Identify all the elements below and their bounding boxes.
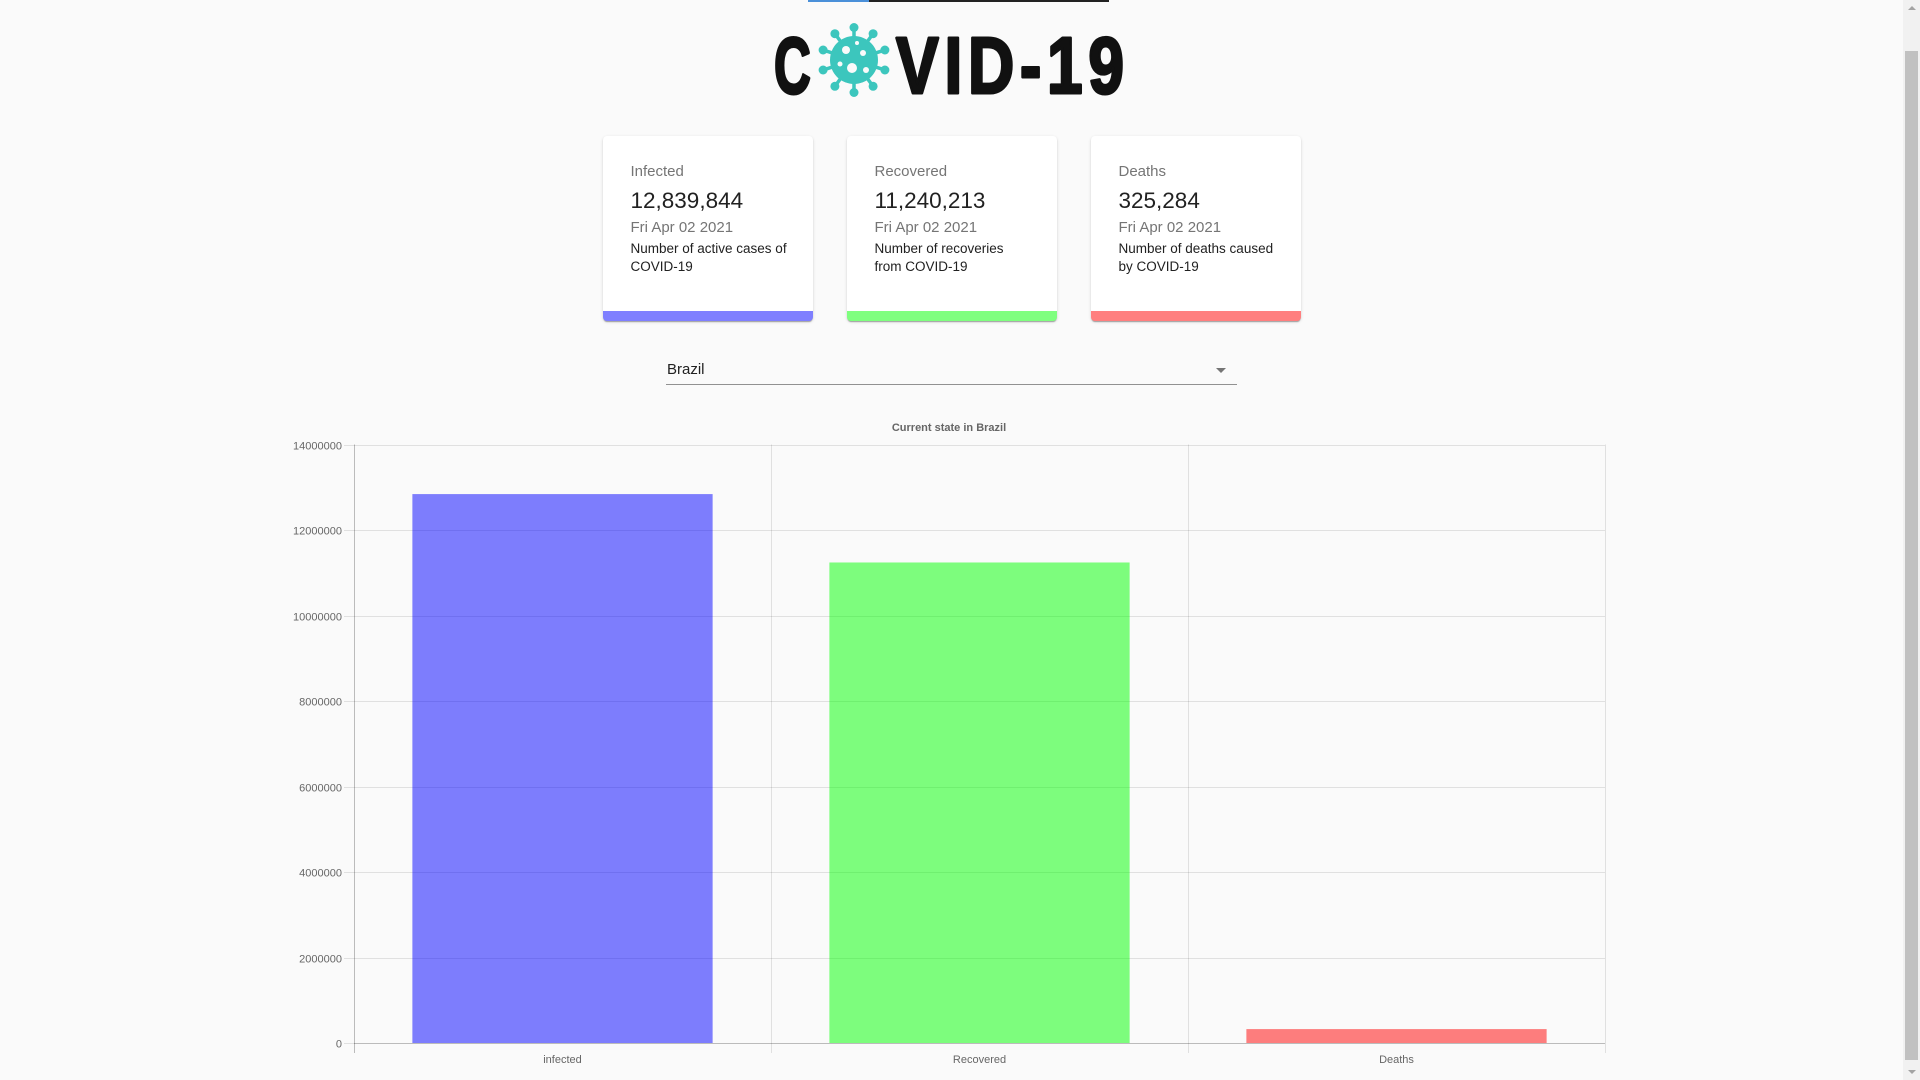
card-deaths: Deaths 325,284 Fri Apr 02 2021 Number of… xyxy=(1090,136,1301,321)
top-divider-accent xyxy=(808,0,869,2)
scroll-up-button[interactable] xyxy=(1903,0,1920,17)
card-infected: Infected 12,839,844 Fri Apr 02 2021 Numb… xyxy=(602,136,813,321)
card-description: Number of deaths caused by COVID-19 xyxy=(1118,241,1274,274)
virus-body xyxy=(830,36,878,84)
y-tick-label: 12000000 xyxy=(293,526,342,538)
bar-deaths[interactable] xyxy=(1246,1029,1547,1043)
x-tick-label: infected xyxy=(543,1054,582,1066)
card-date: Fri Apr 02 2021 xyxy=(630,219,734,236)
bar-recovered[interactable] xyxy=(829,562,1130,1043)
top-divider xyxy=(808,0,1109,2)
chart-x-axis-labels: infected Recovered Deaths xyxy=(543,1054,1414,1066)
y-tick-label: 0 xyxy=(336,1039,342,1051)
scroll-down-arrow-icon xyxy=(1907,1070,1916,1074)
covid-logo: C VID-19 xyxy=(773,20,1126,112)
page: C VID-19 Infected 12,839,844 Fri Apr 02 … xyxy=(0,0,1903,1080)
scroll-up-arrow-icon xyxy=(1907,6,1916,10)
logo-letters-group: VID-19 xyxy=(895,20,1126,112)
virus-icon xyxy=(818,23,890,97)
vertical-scrollbar[interactable] xyxy=(1903,0,1920,1080)
card-description: Number of active cases of COVID-19 xyxy=(630,241,787,274)
card-recovered: Recovered 11,240,213 Fri Apr 02 2021 Num… xyxy=(846,136,1057,321)
x-tick-label: Recovered xyxy=(953,1054,1006,1066)
card-description: Number of recoveries from COVID-19 xyxy=(874,241,1004,274)
scrollbar-thumb[interactable] xyxy=(1905,51,1918,1060)
stats-cards: Infected 12,839,844 Fri Apr 02 2021 Numb… xyxy=(0,136,1903,321)
card-title: Recovered xyxy=(874,163,948,180)
logo-letter-group: C xyxy=(773,20,812,112)
chart-y-axis-labels: 0 2000000 4000000 6000000 8000000 10000000 120… xyxy=(293,441,342,1051)
scroll-down-button[interactable] xyxy=(1903,1063,1920,1080)
logo-letters-rest: VID-19 xyxy=(896,21,1124,110)
y-tick-label: 6000000 xyxy=(299,783,342,795)
bar-chart: Current state in Brazil 0 2000000 4000000 6… xyxy=(293,422,1606,1066)
card-value: 11,240,213 xyxy=(874,188,986,213)
y-tick-label: 14000000 xyxy=(293,441,342,453)
chart-bars xyxy=(412,494,1547,1043)
bar-infected[interactable] xyxy=(412,494,713,1043)
card-date: Fri Apr 02 2021 xyxy=(874,219,978,236)
card-title: Deaths xyxy=(1118,163,1167,180)
card-date: Fri Apr 02 2021 xyxy=(1118,219,1222,236)
card-title: Infected xyxy=(630,163,684,180)
x-tick-label: Deaths xyxy=(1379,1054,1414,1066)
country-picker[interactable]: Brazil xyxy=(666,353,1237,385)
card-value: 325,284 xyxy=(1118,188,1200,213)
chart-title: Current state in Brazil xyxy=(892,422,1006,434)
y-tick-label: 8000000 xyxy=(299,697,342,709)
country-picker-value: Brazil xyxy=(667,361,705,378)
card-value: 12,839,844 xyxy=(630,188,744,213)
logo-letter-c: C xyxy=(774,21,811,110)
y-tick-label: 10000000 xyxy=(293,612,342,624)
y-tick-label: 2000000 xyxy=(299,954,342,966)
arrow-drop-down-icon[interactable] xyxy=(1216,368,1226,373)
y-tick-label: 4000000 xyxy=(299,868,342,880)
